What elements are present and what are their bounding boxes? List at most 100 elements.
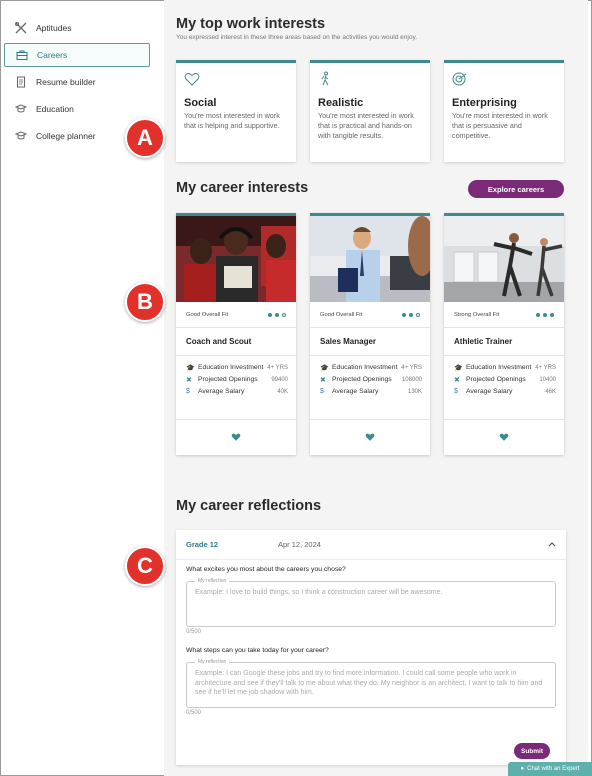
- hiker-icon: [318, 71, 422, 91]
- char-count: 0/500: [186, 629, 202, 635]
- marker-a: A: [125, 118, 165, 158]
- interest-title: Enterprising: [452, 97, 517, 109]
- fit-dot-filled: [536, 312, 540, 317]
- stat-value: 4+ YRS: [267, 365, 288, 371]
- heart-icon: [365, 429, 375, 447]
- fit-row: Strong Overall Fit: [444, 302, 564, 328]
- reflection-grade: Grade 12: [186, 540, 219, 549]
- tools-icon: [14, 21, 28, 35]
- stat-label: Average Salary: [198, 388, 245, 395]
- favorite-button[interactable]: [310, 419, 430, 455]
- explore-careers-button[interactable]: Explore careers: [468, 180, 564, 198]
- sidebar-item-label: Education: [36, 104, 74, 114]
- fit-row: Good Overall Fit: [310, 302, 430, 328]
- career-title: Coach and Scout: [176, 328, 296, 356]
- sidebar-item-education[interactable]: Education: [4, 97, 150, 121]
- career-card-sales-manager[interactable]: Good Overall Fit Sales Manager 🎓 Educati…: [310, 213, 430, 455]
- fit-dot-filled: [402, 312, 406, 317]
- career-cards: Good Overall Fit Coach and Scout 🎓 Educa…: [176, 213, 564, 455]
- dollar-icon: $: [186, 388, 190, 395]
- interest-card-realistic[interactable]: Realistic You're most interested in work…: [310, 60, 430, 162]
- marker-b: B: [125, 282, 165, 322]
- stat-value: 40K: [277, 389, 288, 395]
- stat-education: 🎓 Education Investment 4+ YRS: [186, 364, 288, 372]
- sidebar-item-resume-builder[interactable]: Resume builder: [4, 70, 150, 94]
- stat-label: Education Investment: [198, 364, 264, 371]
- sidebar-item-label: Aptitudes: [36, 23, 72, 33]
- career-title: Sales Manager: [310, 328, 430, 356]
- fit-dot-filled: [409, 312, 413, 317]
- favorite-button[interactable]: [176, 419, 296, 455]
- reflection-question-1: What excites you most about the careers …: [186, 566, 346, 573]
- stat-value: 4+ YRS: [535, 365, 556, 371]
- heart-icon: [499, 429, 509, 447]
- stat-label: Average Salary: [332, 388, 379, 395]
- career-card-athletic-trainer[interactable]: Strong Overall Fit Athletic Trainer 🎓 Ed…: [444, 213, 564, 455]
- chat-icon: ●: [520, 766, 525, 772]
- fit-dots: [268, 312, 286, 317]
- reflection-input-1[interactable]: My reflection Example: I love to build t…: [186, 577, 556, 627]
- briefcase-icon: [15, 48, 29, 62]
- top-interests-title: My top work interests: [176, 16, 326, 32]
- field-legend: My reflection: [195, 577, 230, 587]
- career-title: Athletic Trainer: [444, 328, 564, 356]
- stat-label: Projected Openings: [466, 376, 526, 383]
- fit-dot-filled: [268, 312, 272, 317]
- stat-education: 🎓 Education Investment 4+ YRS: [454, 364, 556, 372]
- fit-dots: [536, 312, 554, 317]
- main-content: My top work interests You expressed inte…: [164, 0, 588, 776]
- reflection-input-2[interactable]: My reflection Example: I can Google thes…: [186, 658, 556, 708]
- stat-value: 46K: [545, 389, 556, 395]
- interest-title: Social: [184, 97, 217, 109]
- sidebar-item-aptitudes[interactable]: Aptitudes: [4, 16, 150, 40]
- target-icon: [452, 71, 556, 91]
- reflection-panel: Grade 12 Apr 12, 2024 What excites you m…: [176, 530, 566, 765]
- tools-icon: ✖: [320, 377, 326, 384]
- reflection-date: Apr 12, 2024: [278, 540, 321, 549]
- career-stats: 🎓 Education Investment 4+ YRS ✖ Projecte…: [310, 356, 430, 396]
- stat-value: 130K: [407, 389, 422, 395]
- tools-icon: ✖: [454, 377, 460, 384]
- career-card-coach-and-scout[interactable]: Good Overall Fit Coach and Scout 🎓 Educa…: [176, 213, 296, 455]
- interest-description: You're most interested in work that is p…: [452, 111, 548, 140]
- chevron-up-icon[interactable]: [548, 540, 556, 549]
- stat-label: Education Investment: [332, 364, 398, 371]
- stat-openings: ✖ Projected Openings 99400: [186, 376, 288, 384]
- reflection-header[interactable]: Grade 12 Apr 12, 2024: [176, 530, 566, 560]
- reflections-title: My career reflections: [176, 498, 322, 514]
- graduation-cap-icon: 🎓: [186, 365, 195, 372]
- chat-with-expert-button[interactable]: ● Chat with an Expert: [508, 762, 592, 776]
- interest-description: You're most interested in work that is h…: [184, 111, 280, 130]
- reflection-question-2: What steps can you take today for your c…: [186, 647, 329, 654]
- fit-row: Good Overall Fit: [176, 302, 296, 328]
- interest-card-social[interactable]: Social You're most interested in work th…: [176, 60, 296, 162]
- sidebar-item-careers[interactable]: Careers: [4, 43, 150, 67]
- graduation-cap-icon: [14, 129, 28, 143]
- interest-description: You're most interested in work that is p…: [318, 111, 414, 140]
- stat-value: 99400: [271, 377, 288, 383]
- graduation-cap-icon: 🎓: [320, 365, 329, 372]
- field-placeholder: Example: I love to build things, so I th…: [195, 589, 443, 596]
- heart-icon: [231, 429, 241, 447]
- top-interests-subtitle: You expressed interest in these three ar…: [176, 34, 418, 41]
- submit-button[interactable]: Submit: [514, 743, 550, 759]
- sidebar-item-label: Careers: [37, 50, 68, 60]
- stat-value: 10400: [539, 377, 556, 383]
- marker-c: C: [125, 546, 165, 586]
- fit-label: Good Overall Fit: [186, 311, 229, 318]
- favorite-button[interactable]: [444, 419, 564, 455]
- stat-education: 🎓 Education Investment 4+ YRS: [320, 364, 422, 372]
- graduation-cap-icon: 🎓: [454, 365, 463, 372]
- dollar-icon: $: [454, 388, 458, 395]
- document-icon: [14, 75, 28, 89]
- fit-label: Strong Overall Fit: [454, 311, 500, 318]
- stat-value: 4+ YRS: [401, 365, 422, 371]
- stat-salary: $ Average Salary 130K: [320, 388, 422, 396]
- stat-openings: ✖ Projected Openings 108000: [320, 376, 422, 384]
- interest-card-enterprising[interactable]: Enterprising You're most interested in w…: [444, 60, 564, 162]
- fit-dot-filled: [543, 312, 547, 317]
- career-photo-athletic: [444, 216, 564, 302]
- graduation-cap-icon: [14, 102, 28, 116]
- interest-cards: Social You're most interested in work th…: [176, 60, 564, 162]
- career-interests-title: My career interests: [176, 180, 309, 196]
